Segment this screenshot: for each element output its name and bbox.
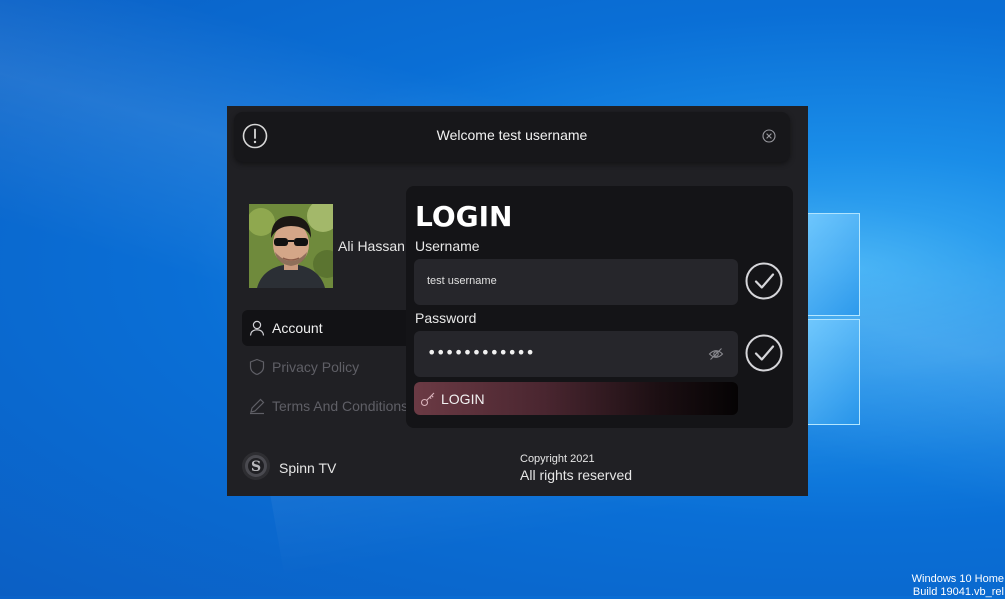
username-value: test username [427, 275, 497, 287]
sidebar-item-label: Privacy Policy [272, 359, 360, 375]
rights-text: All rights reserved [520, 467, 633, 483]
profile-name: Ali Hassan [338, 238, 405, 254]
sidebar-item-label: Terms And Conditions [272, 398, 409, 414]
login-panel: LOGIN Username test username Password ••… [406, 186, 793, 428]
password-field[interactable]: •••••••••••• [414, 331, 738, 377]
app-window: Welcome test username Ali Hassan Account… [227, 106, 808, 496]
windows-logo [806, 213, 860, 425]
check-icon [745, 334, 783, 372]
sidebar-item-label: Account [272, 320, 323, 336]
os-edition: Windows 10 Home [911, 573, 1004, 585]
key-icon [420, 392, 435, 406]
pen-icon [250, 398, 265, 415]
copyright-text: Copyright 2021 [520, 453, 595, 465]
sidebar-item-privacy-policy[interactable]: Privacy Policy [242, 349, 359, 385]
os-build: Build 19041.vb_rel [912, 586, 1004, 598]
avatar [249, 204, 333, 288]
notification-bar: Welcome test username [234, 112, 790, 162]
check-icon [745, 262, 783, 300]
login-button[interactable]: LOGIN [414, 382, 738, 415]
eye-off-icon[interactable] [708, 346, 724, 362]
os-watermark: Windows 10 Home Build 19041.vb_rel [912, 573, 1004, 599]
brand-logo-icon: S [242, 452, 270, 480]
password-value: •••••••••••• [427, 343, 535, 362]
sidebar-item-terms[interactable]: Terms And Conditions [242, 388, 408, 424]
welcome-message: Welcome test username [436, 127, 588, 143]
password-label: Password [415, 310, 477, 326]
sidebar-item-account[interactable]: Account [242, 310, 422, 346]
username-label: Username [415, 238, 480, 254]
svg-text:S: S [251, 459, 261, 475]
brand-name: Spinn TV [279, 460, 337, 476]
user-icon [249, 320, 265, 336]
username-field[interactable]: test username [414, 259, 738, 305]
close-icon[interactable] [762, 129, 776, 143]
login-title: LOGIN [415, 200, 513, 233]
avatar-photo [249, 204, 333, 288]
shield-icon [249, 358, 265, 376]
login-button-label: LOGIN [441, 390, 485, 407]
